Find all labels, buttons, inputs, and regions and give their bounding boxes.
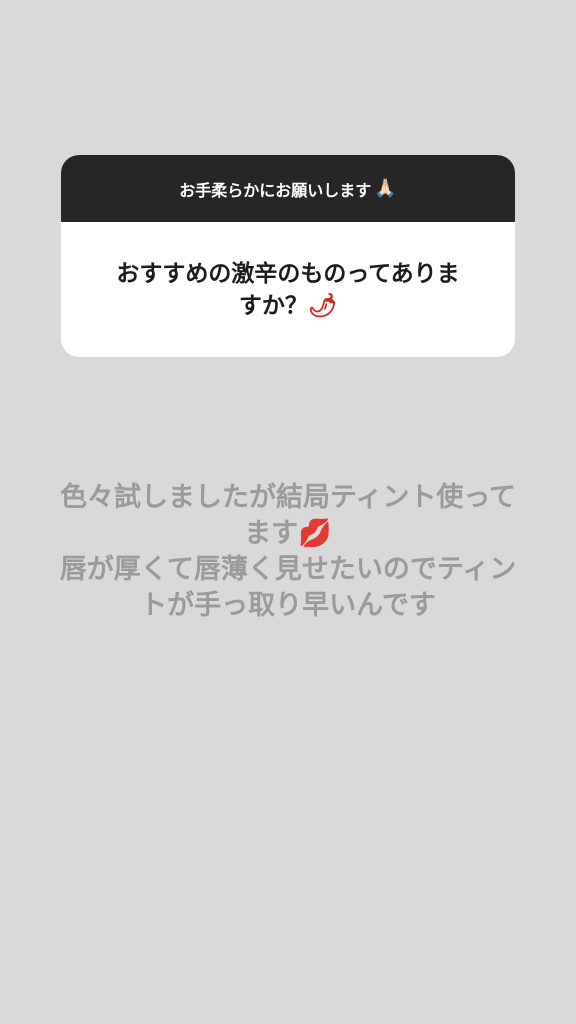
question-line-1: おすすめの激辛のものってありま (116, 260, 460, 287)
question-text: おすすめの激辛のものってありま すか？🌶 (116, 258, 459, 322)
answer-line-2: ます (244, 518, 299, 549)
answer-line-1: 色々試しましたが結局ティント使って (59, 482, 517, 513)
chili-pepper-icon: 🌶 (307, 292, 338, 319)
folded-hands-icon: 🙏🏻 (374, 177, 397, 199)
answer-line-3: 唇が厚くて唇薄く見せたいのでティン (59, 554, 517, 585)
question-prompt-text: お手柔らかにお願いします (179, 180, 372, 200)
question-prompt-bar: お手柔らかにお願いします 🙏🏻 (61, 155, 515, 222)
question-line-2: すか？ (238, 292, 308, 319)
question-sticker[interactable]: お手柔らかにお願いします 🙏🏻 おすすめの激辛のものってありま すか？🌶 (61, 155, 515, 357)
question-body: おすすめの激辛のものってありま すか？🌶 (61, 222, 515, 357)
answer-line-4: トが手っ取り早いんです (140, 590, 436, 621)
answer-text: 色々試しましたが結局ティント使って ます💋 唇が厚くて唇薄く見せたいのでティン … (20, 480, 556, 624)
kiss-mark-icon: 💋 (298, 518, 332, 549)
